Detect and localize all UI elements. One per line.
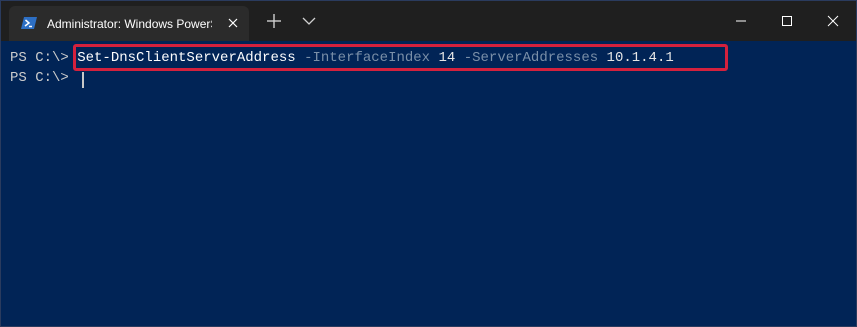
title-bar[interactable]: Administrator: Windows PowerS	[1, 1, 856, 41]
chevron-down-icon[interactable]	[298, 10, 320, 32]
terminal-window: Administrator: Windows PowerS PS C:\> Se…	[0, 0, 857, 327]
command-highlight	[73, 44, 728, 71]
text-cursor	[82, 72, 84, 88]
prompt-line: PS C:\>	[10, 68, 69, 88]
prompt-text: PS C:\>	[10, 70, 69, 86]
plus-icon[interactable]	[263, 10, 285, 32]
tab-title: Administrator: Windows PowerS	[47, 17, 212, 31]
tab-powershell[interactable]: Administrator: Windows PowerS	[9, 6, 249, 41]
close-icon[interactable]	[225, 15, 241, 31]
minimize-icon	[736, 20, 746, 22]
close-icon	[827, 15, 839, 27]
maximize-button[interactable]	[764, 1, 810, 41]
maximize-icon	[782, 16, 792, 26]
close-button[interactable]	[810, 1, 856, 41]
minimize-button[interactable]	[718, 1, 764, 41]
terminal-output[interactable]: PS C:\> Set-DnsClientServerAddress -Inte…	[1, 41, 856, 326]
powershell-icon	[21, 17, 37, 29]
prompt-text: PS C:\>	[10, 50, 69, 66]
